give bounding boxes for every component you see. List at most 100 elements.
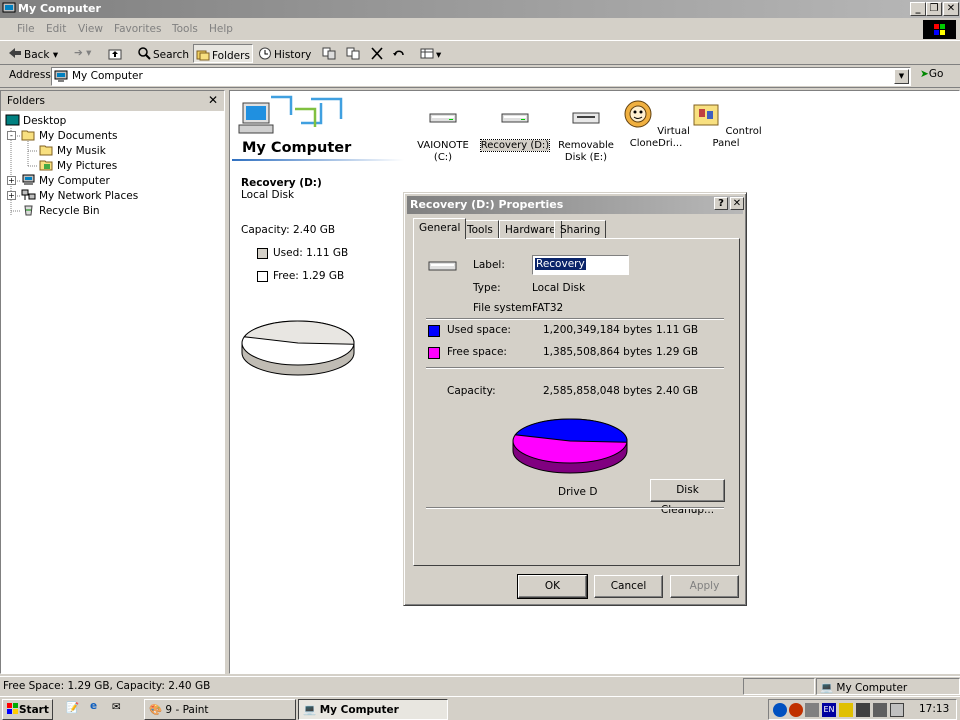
disk-usage-pie-chart <box>512 418 628 474</box>
search-icon <box>138 47 151 60</box>
expand-my-network-places[interactable]: + <box>7 191 16 200</box>
window-title: My Computer <box>18 2 101 15</box>
folders-icon <box>196 50 210 61</box>
divider <box>426 367 724 369</box>
tree-item-my-documents[interactable]: My Documents <box>21 129 117 142</box>
tray-sound-icon[interactable] <box>856 703 870 717</box>
views-button[interactable]: ▾ <box>418 44 443 63</box>
start-button[interactable]: Start <box>2 699 53 720</box>
tree-item-my-pictures[interactable]: My Pictures <box>39 159 117 172</box>
tree-item-my-musik[interactable]: My Musik <box>39 144 106 157</box>
tab-tools[interactable]: Tools <box>461 220 499 239</box>
dialog-titlebar[interactable]: Recovery (D:) Properties ? ✕ <box>407 196 744 214</box>
tree-item-my-computer[interactable]: My Computer <box>21 174 110 187</box>
folders-button[interactable]: Folders <box>193 44 253 63</box>
copy-to-button[interactable] <box>344 44 364 63</box>
search-button[interactable]: Search <box>135 44 191 63</box>
control-panel-item[interactable]: Control Panel <box>690 96 762 150</box>
open-folder-icon <box>21 130 35 141</box>
disk-cleanup-button[interactable]: Disk Cleanup... <box>650 479 725 516</box>
menu-file[interactable]: File <box>17 23 35 35</box>
tab-general[interactable]: General <box>413 218 467 239</box>
selected-drive-capacity: Capacity: 2.40 GB <box>241 224 336 236</box>
window-titlebar[interactable]: My Computer _ ❐ ✕ <box>0 0 960 18</box>
menu-help[interactable]: Help <box>209 23 233 35</box>
go-label: Go <box>928 68 944 80</box>
pictures-folder-icon <box>39 160 53 171</box>
divider <box>426 318 724 320</box>
clock[interactable]: 17:13 <box>919 703 949 715</box>
drive-label: Virtual <box>657 126 690 137</box>
tray-network-icon[interactable] <box>773 703 787 717</box>
show-desktop-icon[interactable]: 📝 <box>66 701 79 714</box>
free-space-color-swatch <box>428 347 440 359</box>
task-paint[interactable]: 🎨 9 - Paint <box>144 699 296 720</box>
close-button[interactable]: ✕ <box>943 2 959 16</box>
outlook-express-icon[interactable]: ✉ <box>112 701 121 713</box>
address-input[interactable]: My Computer ▼ <box>51 67 911 86</box>
expand-my-computer[interactable]: + <box>7 176 16 185</box>
removable-disk-icon <box>572 112 600 124</box>
tray-printer-icon[interactable] <box>890 703 904 717</box>
free-space-bytes: 1,385,508,864 bytes <box>543 346 653 358</box>
history-button[interactable]: History <box>256 44 313 63</box>
dialog-title: Recovery (D:) Properties <box>410 198 564 211</box>
drive-label: Recovery (D:) <box>479 139 551 152</box>
search-label: Search <box>153 49 190 61</box>
drive-removable-e[interactable]: Removable Disk (E:) <box>550 104 622 164</box>
collapse-my-documents[interactable]: - <box>7 131 16 140</box>
up-folder-button[interactable] <box>106 44 126 63</box>
forward-button[interactable]: ➔ ▾ <box>72 44 93 63</box>
divider <box>426 507 724 509</box>
hard-drive-icon <box>501 113 529 123</box>
drive-recovery-d[interactable]: Recovery (D:) <box>479 104 551 152</box>
undo-icon <box>393 50 404 56</box>
selected-drive-used: Used: 1.11 GB <box>273 247 349 259</box>
tree-label: My Musik <box>57 145 106 157</box>
ok-button[interactable]: OK <box>517 574 588 599</box>
network-icon <box>21 189 36 200</box>
folder-icon <box>39 145 53 156</box>
tray-antivirus-icon[interactable] <box>789 703 803 717</box>
tree-item-recycle-bin[interactable]: Recycle Bin <box>21 204 100 217</box>
drive-virtual-clonedrive[interactable]: Virtual CloneDri... <box>620 96 692 150</box>
drive-vaionote-c[interactable]: VAIONOTE (C:) <box>407 104 479 164</box>
copy-to-icon <box>346 47 360 60</box>
tray-language-indicator[interactable]: EN <box>822 703 836 717</box>
system-tray: EN 17:13 <box>768 699 957 720</box>
task-my-computer[interactable]: 💻 My Computer <box>298 699 448 720</box>
move-to-button[interactable] <box>320 44 340 63</box>
tree-label: My Computer <box>39 175 110 187</box>
help-button[interactable]: ? <box>714 197 728 210</box>
tree-item-desktop[interactable]: Desktop <box>5 114 66 127</box>
back-button[interactable]: Back ▾ <box>6 44 60 63</box>
cancel-button[interactable]: Cancel <box>594 575 663 598</box>
file-system-value: FAT32 <box>532 302 564 314</box>
undo-button[interactable] <box>390 44 410 63</box>
tray-display-icon[interactable] <box>873 703 887 717</box>
menu-view[interactable]: View <box>78 23 103 35</box>
restore-button[interactable]: ❐ <box>926 2 942 16</box>
tab-sharing[interactable]: Sharing <box>554 220 607 239</box>
apply-button[interactable]: Apply <box>670 575 739 598</box>
label-input-value: Recovery <box>535 258 586 270</box>
label-caption: Label: <box>473 259 505 271</box>
tab-hardware[interactable]: Hardware <box>499 220 562 239</box>
hard-drive-icon <box>429 113 457 123</box>
delete-button[interactable] <box>368 44 388 63</box>
menu-favorites[interactable]: Favorites <box>114 23 161 35</box>
go-button[interactable]: ➤Go <box>920 68 943 80</box>
title-divider <box>232 159 404 161</box>
tray-app-icon[interactable] <box>805 703 819 717</box>
address-dropdown-button[interactable]: ▼ <box>894 69 909 84</box>
used-space-gb: 1.11 GB <box>656 324 699 336</box>
main-pie-chart <box>241 320 355 376</box>
dialog-close-button[interactable]: ✕ <box>730 197 744 210</box>
type-value: Local Disk <box>532 282 586 294</box>
internet-explorer-icon[interactable]: e <box>90 700 97 712</box>
menu-tools[interactable]: Tools <box>172 23 198 35</box>
tree-item-my-network-places[interactable]: My Network Places <box>21 189 138 202</box>
menu-edit[interactable]: Edit <box>46 23 66 35</box>
tray-power-icon[interactable] <box>839 703 853 717</box>
minimize-button[interactable]: _ <box>910 2 926 16</box>
